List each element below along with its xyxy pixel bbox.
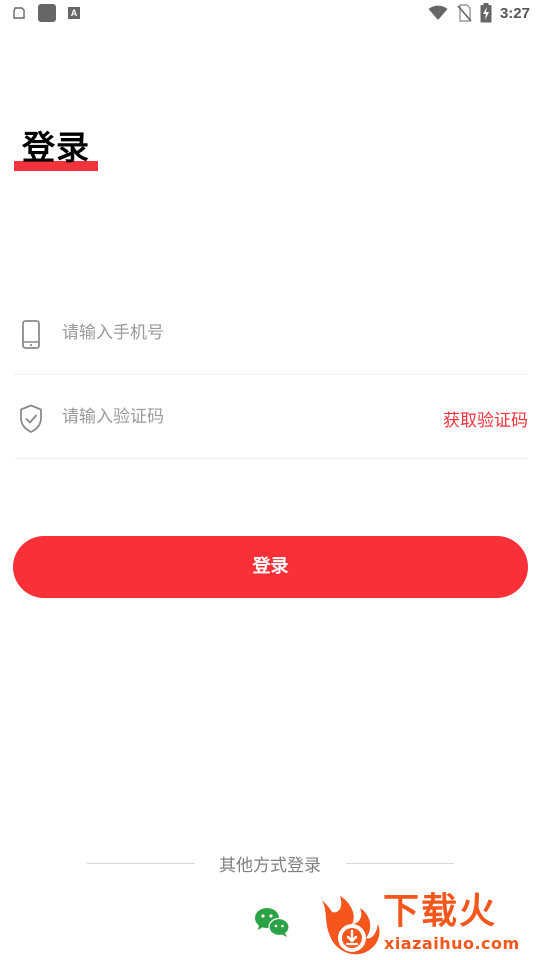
other-login-divider: 其他方式登录 xyxy=(0,848,540,878)
watermark-name: 下载火 xyxy=(383,891,498,932)
wifi-icon xyxy=(428,5,448,20)
no-sim-icon xyxy=(457,4,472,22)
app-square-icon xyxy=(38,4,56,22)
watermark-logo: 下载火 xiazaihuo.com xyxy=(318,888,540,960)
status-bar: A 3:27 xyxy=(0,0,540,28)
status-bar-left: A xyxy=(12,4,80,22)
login-button[interactable]: 登录 xyxy=(13,536,528,598)
code-input[interactable] xyxy=(62,402,422,432)
status-bar-right: 3:27 xyxy=(428,3,530,23)
font-a-icon: A xyxy=(68,7,80,19)
phone-input[interactable] xyxy=(62,318,422,348)
code-field-row: 获取验证码 xyxy=(14,374,528,459)
shield-check-icon xyxy=(20,404,42,433)
page-title: 登录 xyxy=(22,128,90,167)
other-login-label: 其他方式登录 xyxy=(219,856,321,876)
status-time: 3:27 xyxy=(499,4,530,22)
watermark-url: xiazaihuo.com xyxy=(384,934,520,953)
flame-logo-icon xyxy=(322,896,380,955)
page-title-block: 登录 xyxy=(14,128,98,174)
wechat-icon[interactable] xyxy=(254,906,290,938)
phone-field-row xyxy=(14,290,528,375)
phone-icon xyxy=(22,320,40,349)
divider-line-right xyxy=(346,863,454,864)
divider-line-left xyxy=(87,863,195,864)
get-code-button[interactable]: 获取验证码 xyxy=(443,406,528,431)
sd-card-icon xyxy=(13,7,25,19)
battery-charging-icon xyxy=(480,3,492,23)
